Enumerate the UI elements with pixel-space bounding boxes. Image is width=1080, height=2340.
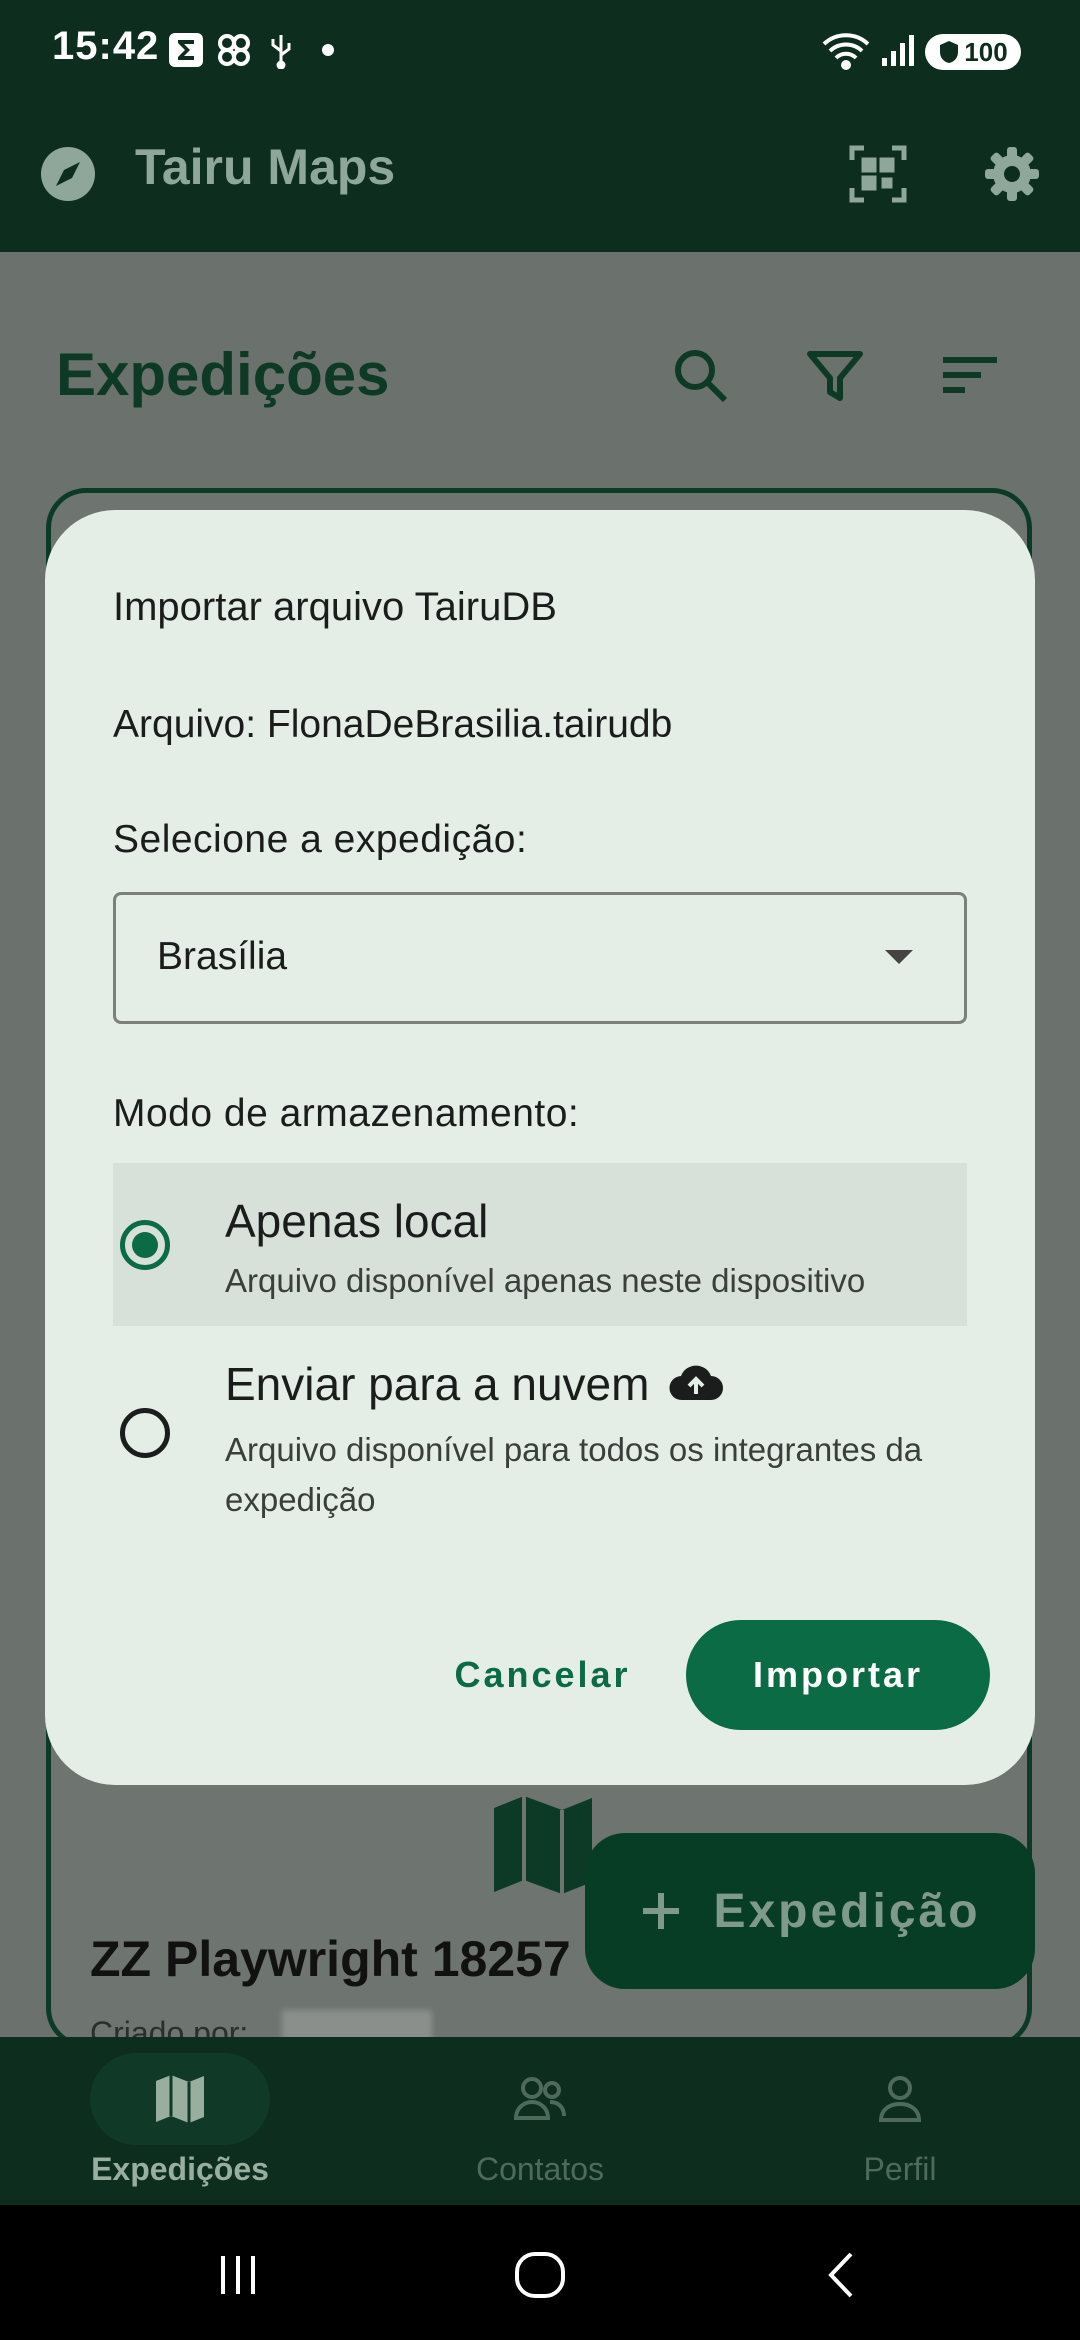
map-icon: [156, 2075, 204, 2123]
nav-label: Expedições: [91, 2151, 269, 2187]
file-name-text: Arquivo: FlonaDeBrasilia.tairudb: [113, 703, 673, 746]
import-dialog: [45, 510, 1035, 1785]
battery-icon: 100: [925, 34, 1021, 70]
option-cloud-description: Arquivo disponível para todos os integra…: [225, 1431, 923, 1518]
option-cloud-title[interactable]: Enviar para a nuvem: [225, 1357, 649, 1411]
nav-expeditions[interactable]: Expedições: [0, 2037, 360, 2205]
nav-profile[interactable]: Perfil: [720, 2037, 1080, 2205]
nav-icon-holder: [450, 2053, 630, 2145]
add-expedition-button[interactable]: Expedição: [585, 1833, 1035, 1989]
home-icon[interactable]: [500, 2240, 580, 2310]
usb-icon: [266, 30, 296, 70]
dropdown-arrow-icon[interactable]: [885, 950, 913, 964]
people-icon: [513, 2077, 566, 2120]
filter-icon[interactable]: [800, 340, 870, 410]
battery-level: 100: [964, 36, 1008, 67]
option-local-title: Apenas local: [225, 1195, 489, 1247]
nav-label: Perfil: [863, 2151, 937, 2187]
signal-icon: [880, 30, 916, 70]
sigma-icon: [168, 30, 204, 70]
option-local-description: Arquivo disponível apenas neste disposit…: [225, 1262, 866, 1299]
dialog-title: Importar arquivo TairuDB: [113, 585, 557, 629]
fab-label: Expedição: [713, 1884, 981, 1938]
cloud-upload-icon: [668, 1362, 724, 1402]
storage-mode-label: Modo de armazenamento:: [113, 1092, 580, 1135]
expedition-select-value: Brasília: [157, 935, 288, 978]
app-title: Tairu Maps: [135, 139, 396, 195]
wifi-icon: [820, 30, 872, 70]
plus-icon: [643, 1893, 680, 1929]
nav-label: Contatos: [475, 2151, 605, 2187]
cancel-button[interactable]: Cancelar: [430, 1620, 655, 1730]
compass-icon: [38, 144, 98, 204]
search-icon[interactable]: [665, 340, 735, 410]
back-icon[interactable]: [802, 2240, 882, 2310]
nav-contacts[interactable]: Contatos: [360, 2037, 720, 2205]
status-bar: [0, 0, 1080, 102]
status-time: 15:42: [52, 24, 160, 68]
nav-icon-holder: [810, 2053, 990, 2145]
import-button[interactable]: Importar: [686, 1620, 990, 1730]
gear-icon[interactable]: [982, 144, 1042, 204]
dot-icon: [320, 30, 336, 70]
sort-icon[interactable]: [935, 340, 1005, 410]
qr-code-icon[interactable]: [848, 144, 908, 204]
radio-selected-dot: [132, 1232, 158, 1258]
select-expedition-label: Selecione a expedição:: [113, 818, 528, 861]
nav-active-indicator: [90, 2053, 270, 2145]
map-icon: [488, 1790, 598, 1900]
radio-cloud[interactable]: [120, 1408, 170, 1458]
card-title: ZZ Playwright 18257: [90, 1931, 571, 1987]
recents-icon[interactable]: [198, 2240, 278, 2310]
page-heading: Expedições: [56, 341, 390, 408]
pinwheel-icon: [214, 30, 254, 70]
radio-local[interactable]: [120, 1220, 170, 1270]
person-icon: [878, 2076, 922, 2122]
